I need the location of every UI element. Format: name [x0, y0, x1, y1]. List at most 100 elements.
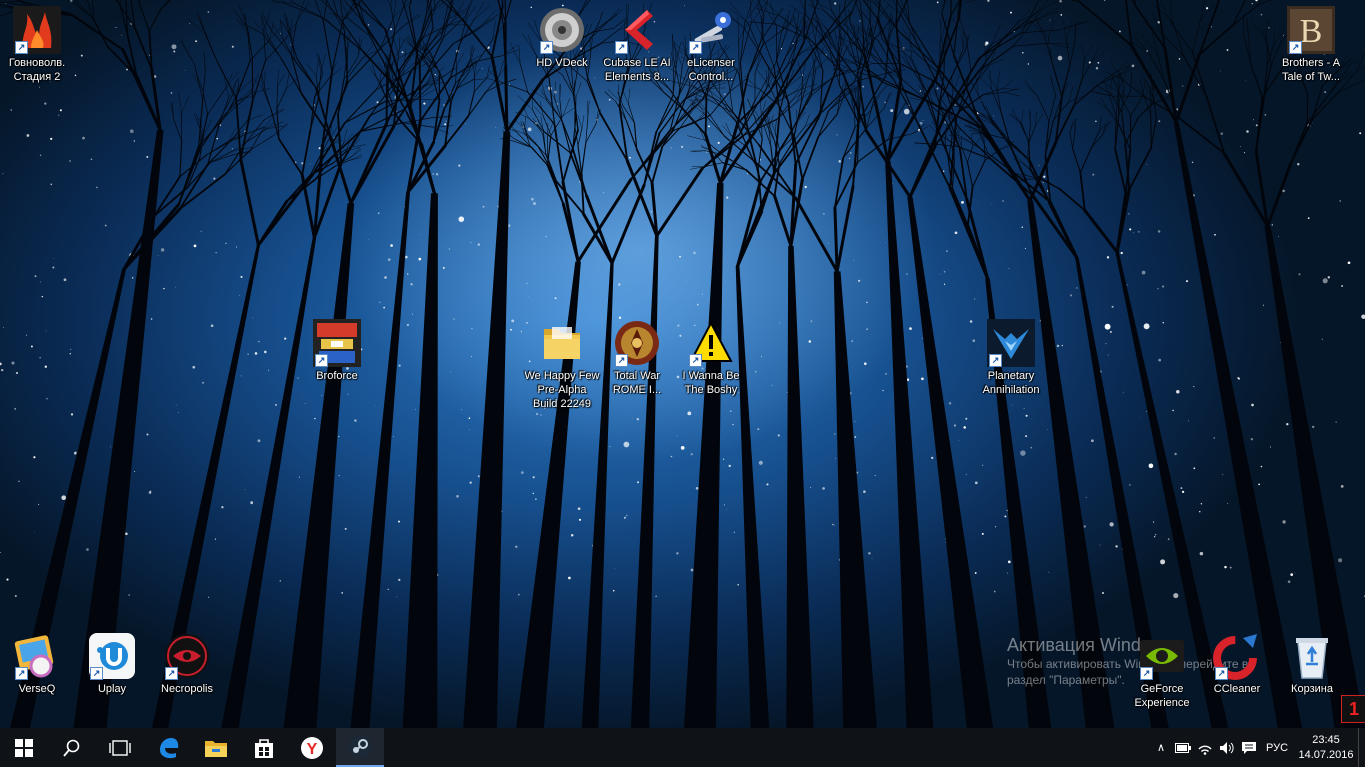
tree-branch [783, 16, 796, 30]
tree-branch [979, 77, 992, 89]
language-indicator[interactable]: РУС [1260, 742, 1294, 754]
tree-branch [238, 5, 248, 28]
notification-badge[interactable]: 1 [1341, 695, 1365, 723]
volume-icon[interactable] [1216, 728, 1238, 767]
tree-branch [262, 88, 272, 110]
clock[interactable]: 23:45 14.07.2016 [1294, 733, 1358, 763]
tree-branch [554, 81, 556, 99]
yandex-browser-icon[interactable]: Y [288, 728, 336, 767]
tree-branch [369, 67, 378, 80]
tree-branch [969, 107, 991, 119]
broforce-icon: ↗ [313, 319, 361, 367]
desktop-icon-ccleaner[interactable]: ↗ CCleaner [1199, 632, 1275, 696]
tree-branch [1068, 86, 1073, 103]
tree-branch [1007, 138, 1031, 161]
shortcut-arrow-icon: ↗ [1215, 667, 1228, 680]
start-button[interactable] [0, 728, 48, 767]
tree-branch [774, 120, 777, 133]
tree-branch [1065, 39, 1071, 66]
desktop-icon-govnovolv[interactable]: ↗ Говноволв. Стадия 2 [0, 6, 75, 84]
show-desktop-button[interactable] [1358, 728, 1365, 767]
tree-branch [1040, 178, 1060, 190]
tree-branch [359, 13, 371, 37]
tree-trunk [833, 271, 877, 728]
desktop-icon-brothers[interactable]: B ↗ Brothers - A Tale of Tw... [1273, 6, 1349, 84]
search-button[interactable] [48, 728, 96, 767]
desktop-icon-verseq[interactable]: ↗ VerseQ [0, 632, 75, 696]
task-view-icon [109, 739, 131, 756]
windows-logo-icon [15, 738, 33, 757]
tree-branch [393, 36, 399, 57]
tree-branch [817, 113, 838, 138]
task-view-button[interactable] [96, 728, 144, 767]
tree-branch [989, 69, 992, 89]
desktop-icon-iwannabe[interactable]: ↗ I Wanna Be The Boshy [673, 319, 749, 397]
tree-branch [1003, 92, 1020, 97]
tree-branch [241, 23, 263, 34]
tree-branch [1061, 64, 1071, 98]
desktop-icon-recycle-bin[interactable]: Корзина [1274, 632, 1350, 696]
desktop-icon-geforce[interactable]: ↗ GeForce Experience [1124, 632, 1200, 710]
desktop-icon-uplay[interactable]: ↗ Uplay [74, 632, 150, 696]
tree-branch [425, 36, 444, 76]
tree-branch [148, 8, 162, 32]
tree-branch [197, 12, 206, 33]
search-icon [63, 739, 80, 757]
wifi-icon[interactable] [1194, 728, 1216, 767]
tree-branch [1102, 121, 1110, 135]
desktop-icon-totalwar[interactable]: ↗ Total War ROME I... [599, 319, 675, 397]
battery-icon[interactable] [1172, 728, 1194, 767]
icon-label: eLicenser Control... [687, 57, 735, 83]
tree-branch [1091, 133, 1104, 148]
icon-label: VerseQ [18, 683, 56, 695]
desktop-icon-planetary[interactable]: ↗ Planetary Annihilation [973, 319, 1049, 397]
tree-branch [607, 89, 620, 101]
tree-branch [341, 0, 349, 20]
desktop-icon-hdvdeck[interactable]: ↗ HD VDeck [524, 6, 600, 70]
tree-branch [179, 140, 183, 178]
tree-branch [1306, 97, 1327, 124]
tree-trunk [283, 203, 355, 728]
tree-branch [250, 130, 263, 151]
tree-branch [1140, 35, 1158, 53]
desktop-icon-broforce[interactable]: ↗ Broforce [299, 319, 375, 383]
tree-branch [1066, 20, 1073, 40]
desktop-icon-elicenser[interactable]: ↗ eLicenser Control... [673, 6, 749, 84]
desktop-icon-wehappyfew[interactable]: We Happy Few Pre-Alpha Build 22249 [524, 319, 600, 411]
tree-branch [1048, 200, 1079, 260]
icon-label: Говноволв. Стадия 2 [8, 57, 66, 83]
tree-branch [725, 122, 732, 136]
store-icon[interactable] [240, 728, 288, 767]
action-center-icon[interactable] [1238, 728, 1260, 767]
tree-branch [991, 88, 1002, 113]
file-explorer-icon[interactable] [192, 728, 240, 767]
svg-text:Y: Y [307, 741, 318, 758]
edge-icon[interactable] [144, 728, 192, 767]
tree-branch [452, 26, 481, 45]
necropolis-icon: ↗ [163, 632, 211, 680]
tree-branch [1232, 3, 1260, 26]
tree-branch [1091, 129, 1101, 148]
tree-branch [562, 106, 576, 116]
desktop-icon-cubase[interactable]: ↗ Cubase LE AI Elements 8... [599, 6, 675, 84]
tree-branch [750, 0, 752, 24]
tree-branch [253, 21, 268, 37]
steam-icon[interactable] [336, 728, 384, 767]
tree-branch [876, 0, 880, 5]
tree-branch [562, 98, 570, 116]
tree-branch [237, 13, 249, 33]
desktop-icon-necropolis[interactable]: ↗ Necropolis [149, 632, 225, 696]
tree-branch [859, 0, 863, 21]
tree-branch [781, 16, 810, 40]
icon-label: GeForce Experience [1134, 683, 1190, 709]
tree-branch [1012, 17, 1040, 32]
tree-branch [1124, 117, 1139, 145]
keys-icon: ↗ [687, 6, 735, 54]
tree-branch [1099, 86, 1112, 95]
tray-chevron-icon[interactable]: ∧ [1150, 728, 1172, 767]
tree-branch [720, 98, 737, 123]
tree-branch [393, 1, 411, 17]
tree-branch [204, 32, 218, 62]
tree-branch [1112, 75, 1119, 91]
tree-branch [1048, 19, 1055, 38]
